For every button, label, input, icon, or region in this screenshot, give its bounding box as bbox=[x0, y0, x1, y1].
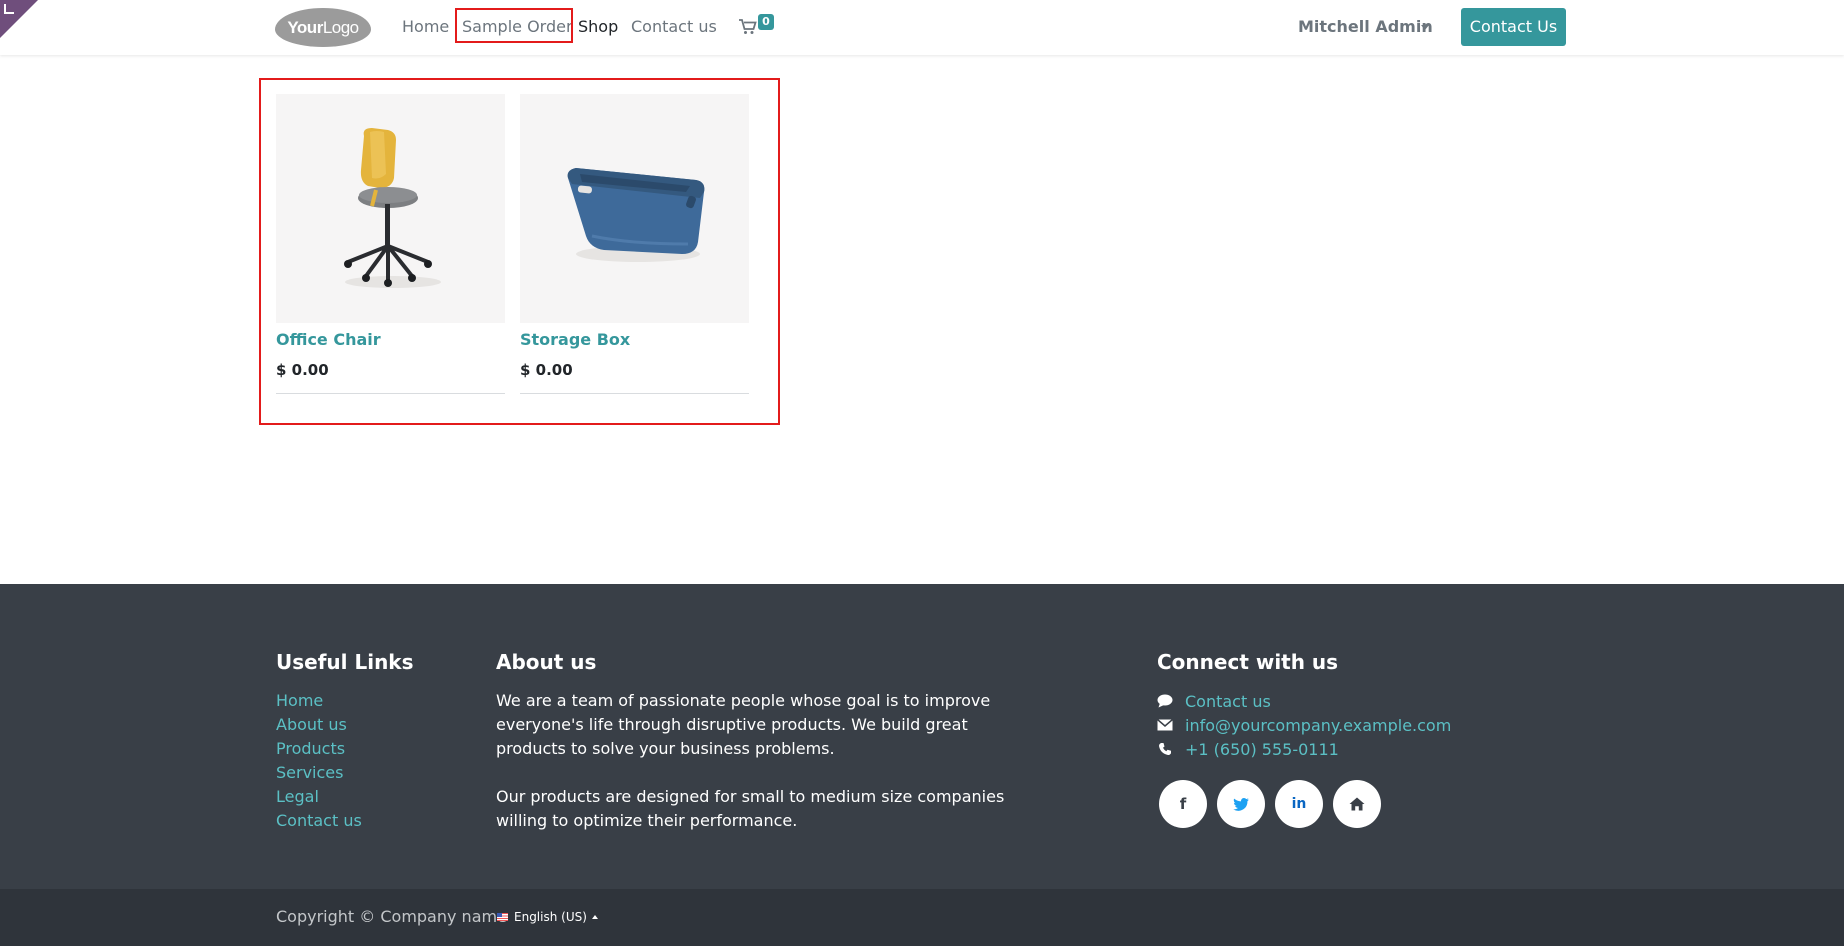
us-flag-icon bbox=[497, 913, 508, 921]
product-name[interactable]: Office Chair bbox=[276, 329, 381, 351]
footer-link-contact-us[interactable]: Contact us bbox=[276, 809, 362, 833]
product-name[interactable]: Storage Box bbox=[520, 329, 630, 351]
footer-link-legal[interactable]: Legal bbox=[276, 785, 362, 809]
language-label: English (US) bbox=[514, 910, 587, 924]
connect-phone-link[interactable]: +1 (650) 555-0111 bbox=[1185, 740, 1339, 759]
corner-mark-icon bbox=[4, 4, 14, 14]
useful-links-title: Useful Links bbox=[276, 650, 414, 674]
nav-home[interactable]: Home bbox=[402, 16, 449, 38]
facebook-glyph: f bbox=[1179, 795, 1187, 813]
footer-link-products[interactable]: Products bbox=[276, 737, 362, 761]
copyright-text: Copyright © Company name bbox=[276, 907, 507, 926]
product-card[interactable]: Office Chair $ 0.00 bbox=[276, 94, 505, 394]
linkedin-icon[interactable]: in bbox=[1275, 780, 1323, 828]
connect-contact-link[interactable]: Contact us bbox=[1185, 692, 1271, 711]
house-icon bbox=[1349, 797, 1365, 811]
envelope-icon bbox=[1157, 717, 1173, 733]
highlight-box-sample-order bbox=[455, 8, 573, 43]
product-price: $ 0.00 bbox=[520, 361, 573, 379]
logo-text-bold: Your bbox=[287, 17, 323, 37]
logo-text-light: Logo bbox=[322, 17, 359, 37]
comment-icon bbox=[1157, 693, 1173, 709]
site-logo[interactable]: YourLogo bbox=[275, 8, 371, 47]
connect-title: Connect with us bbox=[1157, 650, 1339, 674]
chair-illustration bbox=[344, 128, 441, 288]
useful-links-list: Home About us Products Services Legal Co… bbox=[276, 689, 362, 833]
product-price: $ 0.00 bbox=[276, 361, 329, 379]
about-paragraph: Our products are designed for small to m… bbox=[496, 787, 1005, 830]
nav-contact-us[interactable]: Contact us bbox=[631, 16, 717, 38]
connect-email-link[interactable]: info@yourcompany.example.com bbox=[1185, 716, 1451, 735]
home-icon[interactable] bbox=[1333, 780, 1381, 828]
nav-shop[interactable]: Shop bbox=[578, 16, 618, 38]
contact-us-button[interactable]: Contact Us bbox=[1461, 8, 1566, 46]
phone-icon bbox=[1157, 741, 1173, 757]
linkedin-glyph: in bbox=[1291, 796, 1307, 812]
copyright-bar: Copyright © Company name English (US) bbox=[0, 889, 1844, 946]
facebook-icon[interactable]: f bbox=[1159, 780, 1207, 828]
twitter-icon[interactable] bbox=[1217, 780, 1265, 828]
site-header: YourLogo Home Sample Order Shop Contact … bbox=[0, 0, 1844, 55]
about-paragraph: We are a team of passionate people whose… bbox=[496, 691, 991, 758]
about-us-title: About us bbox=[496, 650, 597, 674]
footer-link-home[interactable]: Home bbox=[276, 689, 362, 713]
card-divider bbox=[520, 393, 749, 394]
product-card[interactable]: Storage Box $ 0.00 bbox=[520, 94, 749, 394]
caret-up-icon bbox=[591, 915, 598, 919]
storage-box-illustration bbox=[567, 168, 705, 262]
footer-link-services[interactable]: Services bbox=[276, 761, 362, 785]
storage-box-image[interactable] bbox=[520, 94, 749, 323]
twitter-bird-icon bbox=[1233, 797, 1249, 811]
cart-count-badge: 0 bbox=[758, 14, 774, 30]
office-chair-image[interactable] bbox=[276, 94, 505, 323]
site-footer: Useful Links Home About us Products Serv… bbox=[0, 584, 1844, 889]
card-divider bbox=[276, 393, 505, 394]
connect-contact-row[interactable]: Contact us bbox=[1157, 689, 1271, 713]
footer-link-about-us[interactable]: About us bbox=[276, 713, 362, 737]
language-selector[interactable]: English (US) bbox=[497, 907, 598, 927]
user-menu[interactable]: Mitchell Admin bbox=[1298, 16, 1433, 38]
connect-email-row[interactable]: info@yourcompany.example.com bbox=[1157, 713, 1451, 737]
cart-icon[interactable] bbox=[739, 19, 757, 35]
chevron-down-icon bbox=[1421, 25, 1429, 30]
connect-phone-row[interactable]: +1 (650) 555-0111 bbox=[1157, 737, 1339, 761]
logo-text: YourLogo bbox=[287, 17, 359, 38]
